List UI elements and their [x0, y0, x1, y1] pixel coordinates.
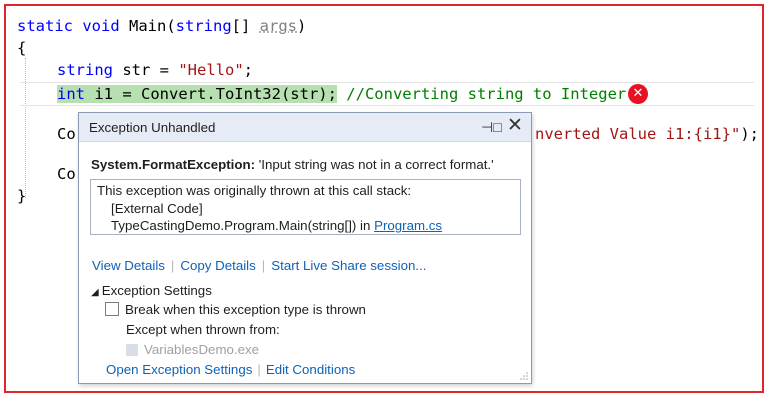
keyword: string	[57, 61, 113, 79]
code-text: Main(	[119, 17, 176, 35]
stack-frame-main: TypeCastingDemo.Program.Main(string[]) i…	[97, 217, 514, 235]
code-text: )	[297, 17, 307, 35]
keyword: int	[57, 85, 85, 103]
code-line-2[interactable]: {	[17, 36, 26, 60]
exception-popup[interactable]: Exception Unhandled ⊣□ ✕ System.FormatEx…	[78, 112, 532, 384]
exception-settings-label: Exception Settings	[101, 283, 212, 298]
error-icon[interactable]: ✕	[628, 84, 648, 104]
collapse-triangle-icon: ◢	[91, 287, 99, 298]
code-text: i1 = Convert.ToInt32(str);	[85, 85, 337, 103]
break-checkbox-label: Break when this exception type is thrown	[125, 302, 366, 317]
code-text: []	[231, 17, 260, 35]
screenshot-frame: static void Main(string[] args) { string…	[4, 4, 764, 393]
resize-grip-icon[interactable]	[520, 372, 528, 380]
code-line-5-prefix[interactable]: Co	[57, 122, 76, 146]
code-line-6-prefix[interactable]: Co	[57, 162, 76, 186]
keyword: string	[175, 17, 232, 35]
call-stack-box: This exception was originally thrown at …	[90, 179, 521, 235]
open-exception-settings-link[interactable]: Open Exception Settings	[106, 362, 252, 377]
code-text: str =	[113, 61, 179, 79]
module-label: VariablesDemo.exe	[144, 342, 260, 357]
popup-title-bar[interactable]: Exception Unhandled ⊣□ ✕	[79, 113, 531, 142]
bottom-links: Open Exception Settings | Edit Conditions	[106, 362, 355, 377]
separator: |	[261, 258, 266, 273]
live-share-link[interactable]: Start Live Share session...	[271, 258, 426, 273]
code-line-7[interactable]: }	[17, 184, 26, 208]
string-literal: nverted Value i1:{i1}"	[535, 125, 741, 143]
stack-header: This exception was originally thrown at …	[97, 183, 412, 198]
exception-settings-toggle[interactable]: ◢ Exception Settings	[91, 283, 212, 298]
keyword: static	[17, 17, 73, 35]
keyword: void	[82, 17, 120, 35]
exception-type: System.FormatException:	[91, 157, 256, 172]
copy-details-link[interactable]: Copy Details	[180, 258, 255, 273]
module-checkbox	[126, 344, 138, 356]
edit-conditions-link[interactable]: Edit Conditions	[266, 362, 355, 377]
view-details-link[interactable]: View Details	[92, 258, 165, 273]
code-text: ;	[243, 61, 253, 79]
string-literal: "Hello"	[178, 61, 244, 79]
except-label: Except when thrown from:	[126, 322, 280, 337]
separator: |	[257, 362, 261, 377]
break-checkbox-row[interactable]: Break when this exception type is thrown	[105, 302, 366, 317]
code-line-4[interactable]: int i1 = Convert.ToInt32(str); //Convert…	[57, 82, 626, 106]
unused-param: args	[259, 17, 297, 35]
code-line-5-tail[interactable]: nverted Value i1:{i1}");	[535, 122, 759, 146]
separator: |	[170, 258, 175, 273]
close-icon[interactable]: ✕	[504, 115, 526, 137]
exception-summary: System.FormatException: 'Input string wa…	[91, 157, 494, 172]
exception-actions: View Details | Copy Details | Start Live Sha…	[92, 258, 426, 273]
stack-frame-external: [External Code]	[111, 200, 203, 216]
code-text: );	[740, 125, 759, 143]
break-checkbox[interactable]	[105, 302, 119, 316]
code-line-1[interactable]: static void Main(string[] args)	[17, 14, 306, 38]
code-line-3[interactable]: string str = "Hello";	[57, 58, 253, 82]
pin-icon[interactable]: ⊣□	[481, 117, 502, 137]
program-cs-link[interactable]: Program.cs	[374, 218, 442, 233]
exception-line-highlight: int i1 = Convert.ToInt32(str);	[57, 85, 337, 103]
code-comment: //Converting string to Integer	[336, 85, 627, 103]
exception-message: 'Input string was not in a correct forma…	[255, 157, 494, 172]
module-row: VariablesDemo.exe	[126, 342, 259, 357]
popup-title: Exception Unhandled	[89, 120, 216, 135]
stack-frame-text: TypeCastingDemo.Program.Main(string[]) i…	[111, 218, 375, 233]
indent-guide	[25, 58, 26, 198]
